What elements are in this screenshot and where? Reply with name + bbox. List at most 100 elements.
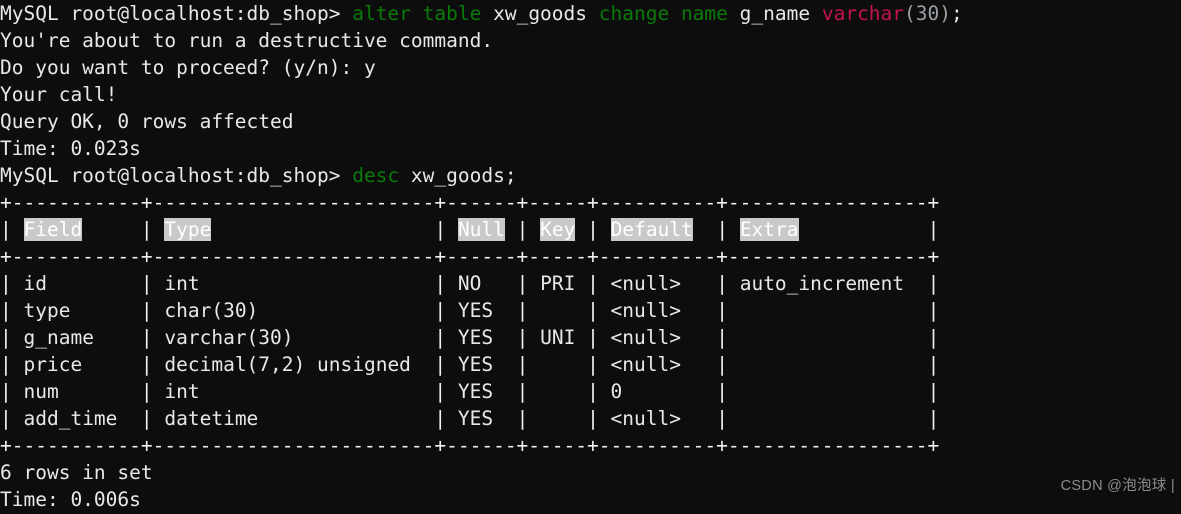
table-column-divider: |: [140, 272, 153, 295]
table-cell-field[interactable]: num: [12, 380, 141, 403]
header-cell-padding: [153, 218, 165, 241]
command-segment: varchar: [821, 2, 905, 25]
table-cell-null[interactable]: YES: [446, 326, 516, 349]
table-cell-type[interactable]: char(30): [153, 299, 435, 322]
table-column-divider: |: [434, 380, 447, 403]
table-column-divider: |: [927, 272, 940, 295]
table-cell-key[interactable]: [528, 407, 587, 430]
header-cell-padding: [575, 218, 587, 241]
table-column-divider: |: [587, 218, 599, 241]
table-cell-field[interactable]: price: [12, 353, 141, 376]
table-cell-key[interactable]: [528, 299, 587, 322]
header-cell-padding: [728, 218, 740, 241]
table-column-divider: |: [716, 272, 728, 295]
table-column-divider: |: [587, 326, 599, 349]
table-header-cell[interactable]: Key: [540, 218, 576, 241]
table-header-cell[interactable]: Default: [610, 218, 693, 241]
table-cell-extra[interactable]: [728, 353, 928, 376]
table-cell-null[interactable]: NO: [446, 272, 516, 295]
table-cell-default[interactable]: <null>: [599, 353, 716, 376]
table-header-row: | Field | Type | Null | Key | Default | …: [0, 216, 963, 243]
table-cell-type[interactable]: datetime: [153, 407, 435, 430]
confirm-response-line: Your call!: [0, 83, 118, 106]
table-rule-header: +-----------+------------------------+--…: [0, 245, 940, 268]
table-column-divider: |: [716, 407, 728, 430]
table-column-divider: |: [927, 407, 940, 430]
table-column-divider: |: [140, 380, 153, 403]
table-column-divider: |: [516, 218, 529, 241]
table-header-cell[interactable]: Extra: [739, 218, 799, 241]
table-header-cell[interactable]: Type: [164, 218, 212, 241]
command-line-desc: MySQL root@localhost:db_shop> desc xw_go…: [0, 162, 963, 189]
table-cell-type[interactable]: int: [153, 380, 435, 403]
command-line-alter: MySQL root@localhost:db_shop> alter tabl…: [0, 0, 963, 27]
terminal-screen[interactable]: MySQL root@localhost:db_shop> alter tabl…: [0, 0, 963, 513]
command-segment: desc: [352, 164, 411, 187]
table-column-divider: |: [140, 218, 153, 241]
table-cell-default[interactable]: <null>: [599, 407, 716, 430]
table-cell-null[interactable]: YES: [446, 353, 516, 376]
table-cell-key[interactable]: [528, 380, 587, 403]
command-segment: MySQL root@localhost:db_shop>: [0, 164, 353, 187]
table-column-divider: |: [0, 326, 12, 349]
table-column-divider: |: [516, 407, 529, 430]
table-column-divider: |: [716, 326, 728, 349]
table-column-divider: |: [140, 353, 153, 376]
table-column-divider: |: [434, 299, 447, 322]
proceed-prompt-line: Do you want to proceed? (y/n): y: [0, 56, 376, 79]
table-row[interactable]: | type | char(30) | YES | | <null> | |: [0, 297, 963, 324]
terminal-window: MySQL root@localhost:db_shop> alter tabl…: [0, 0, 1181, 514]
table-cell-type[interactable]: varchar(30): [153, 326, 435, 349]
table-cell-field[interactable]: g_name: [12, 326, 141, 349]
table-cell-null[interactable]: YES: [446, 380, 516, 403]
table-cell-key[interactable]: PRI: [528, 272, 587, 295]
header-cell-padding: [211, 218, 434, 241]
header-cell-padding: [446, 218, 458, 241]
table-row[interactable]: | price | decimal(7,2) unsigned | YES | …: [0, 351, 963, 378]
table-column-divider: |: [927, 326, 940, 349]
table-cell-key[interactable]: [528, 353, 587, 376]
table-cell-type[interactable]: decimal(7,2) unsigned: [153, 353, 435, 376]
table-cell-key[interactable]: UNI: [528, 326, 587, 349]
command-segment: change name: [598, 2, 740, 25]
table-row[interactable]: | g_name | varchar(30) | YES | UNI | <nu…: [0, 324, 963, 351]
table-cell-field[interactable]: type: [12, 299, 141, 322]
table-column-divider: |: [434, 353, 447, 376]
table-header-cell[interactable]: Field: [23, 218, 83, 241]
rows-in-set-line: 6 rows in set: [0, 461, 153, 484]
table-cell-default[interactable]: <null>: [599, 326, 716, 349]
table-row[interactable]: | add_time | datetime | YES | | <null> |…: [0, 405, 963, 432]
table-row[interactable]: | id | int | NO | PRI | <null> | auto_in…: [0, 270, 963, 297]
table-column-divider: |: [587, 272, 599, 295]
table-cell-extra[interactable]: auto_increment: [728, 272, 928, 295]
csdn-watermark: CSDN @泡泡球 |: [1060, 478, 1175, 494]
table-cell-extra[interactable]: [728, 380, 928, 403]
command-segment: MySQL root@localhost:db_shop>: [0, 2, 353, 25]
table-header-cell[interactable]: Null: [457, 218, 505, 241]
table-column-divider: |: [587, 299, 599, 322]
command-segment: g_name: [739, 2, 822, 25]
table-cell-type[interactable]: int: [153, 272, 435, 295]
table-row[interactable]: | num | int | YES | | 0 | |: [0, 378, 963, 405]
table-column-divider: |: [927, 299, 940, 322]
time-line-desc: Time: 0.006s: [0, 488, 141, 511]
header-cell-padding: [528, 218, 540, 241]
table-column-divider: |: [587, 380, 599, 403]
command-segment: xw_goods;: [410, 164, 517, 187]
table-cell-field[interactable]: id: [12, 272, 141, 295]
table-cell-extra[interactable]: [728, 299, 928, 322]
table-cell-extra[interactable]: [728, 326, 928, 349]
table-column-divider: |: [716, 380, 728, 403]
table-cell-extra[interactable]: [728, 407, 928, 430]
table-cell-null[interactable]: YES: [446, 299, 516, 322]
table-cell-default[interactable]: 0: [599, 380, 716, 403]
table-column-divider: |: [140, 326, 153, 349]
table-cell-default[interactable]: <null>: [599, 272, 716, 295]
table-column-divider: |: [140, 407, 153, 430]
table-column-divider: |: [0, 353, 12, 376]
table-cell-default[interactable]: <null>: [599, 299, 716, 322]
table-cell-null[interactable]: YES: [446, 407, 516, 430]
header-cell-padding: [693, 218, 716, 241]
header-cell-padding: [799, 218, 928, 241]
table-cell-field[interactable]: add_time: [12, 407, 141, 430]
